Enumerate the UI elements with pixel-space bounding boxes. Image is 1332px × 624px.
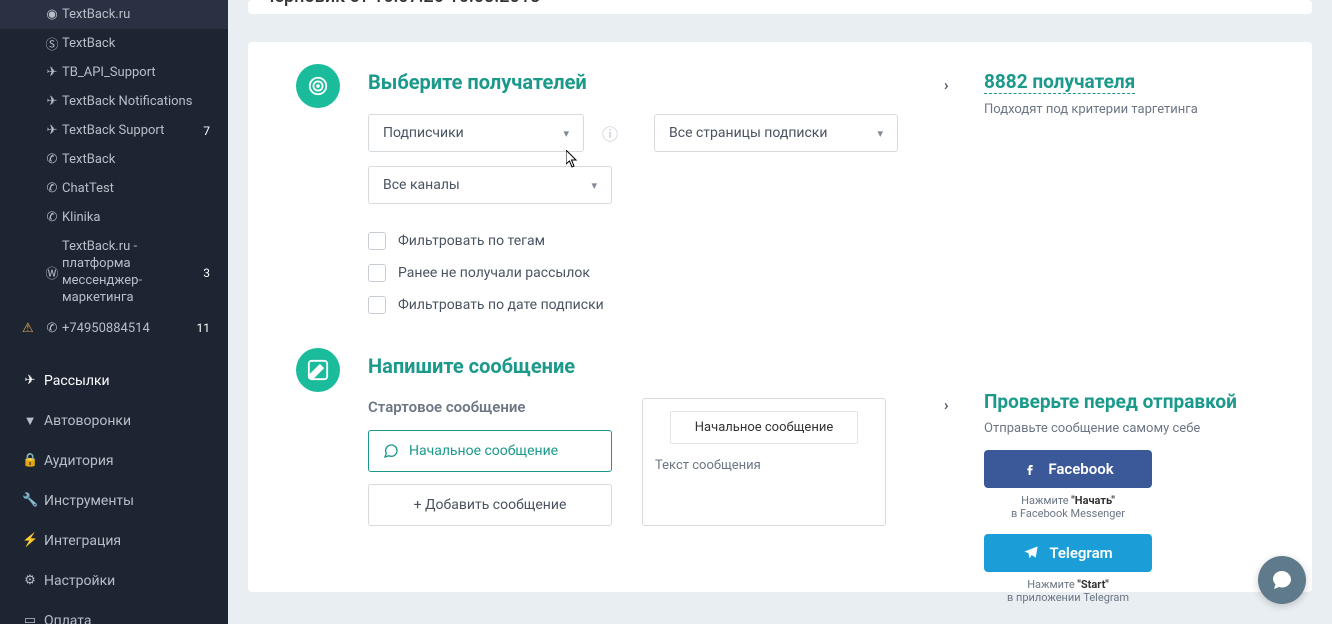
filter-new-row[interactable]: Ранее не получали рассылок [368,264,1264,282]
nav-label: Оплата [44,613,92,624]
chat-fab[interactable] [1258,556,1306,604]
recipients-count-block: › 8882 получателя Подходят под критерии … [984,70,1264,117]
recipients-count[interactable]: 8882 получателя [984,70,1135,94]
telegram-hint: Нажмите "Start"в приложении Telegram [984,578,1152,604]
campaign-card: Выберите получателей Подписчики ▾ ⓘ Все … [248,42,1312,592]
sidebar-channel-2[interactable]: ✈TB_API_Support [0,58,228,87]
channel-label: TextBack Support [62,123,164,138]
nav-label: Интеграция [44,533,121,549]
nav-Рассылки[interactable]: ✈ Рассылки [0,361,228,401]
channel-label: TextBack [62,36,115,51]
sidebar-channel-9[interactable]: ⚠ ✆+74950884514 11 [0,314,228,343]
chat-icon [383,443,399,459]
facebook-hint: Нажмите "Начать"в Facebook Messenger [984,494,1152,520]
chevron-down-icon: ▾ [591,179,597,192]
message-title: Напишите сообщение [368,354,1264,378]
nav-Автоворонки[interactable]: ▼ Автоворонки [0,401,228,441]
nav-label: Инструменты [44,493,134,509]
add-message-button[interactable]: + Добавить сообщение [368,484,612,526]
sidebar-channel-3[interactable]: ✈TextBack Notifications [0,87,228,116]
sidebar-channel-7[interactable]: ✆Klinika [0,203,228,232]
recipients-count-sub: Подходят под критерии таргетинга [984,102,1264,117]
card-icon: ▭ [22,613,38,624]
nav-Аудитория[interactable]: 🔒 Аудитория [0,441,228,481]
channel-label: TextBack.ru [62,7,130,22]
chevron-right-icon[interactable]: › [944,76,949,94]
filter-date-row[interactable]: Фильтровать по дате подписки [368,296,1264,314]
send-icon: ✈ [22,373,38,388]
message-preview: Начальное сообщение Текст сообщения [642,398,886,526]
checkbox[interactable] [368,296,386,314]
nav-Инструменты[interactable]: 🔧 Инструменты [0,481,228,521]
main-content: Черновик от 16:07:26 16.08.2018 Выберите… [228,0,1332,624]
channel-label: TextBack Notifications [62,94,192,109]
whatsapp-icon: ✆ [44,321,60,336]
nav-label: Настройки [44,573,115,589]
facebook-icon [1022,461,1038,477]
vk-icon: Ⓦ [44,263,60,282]
wrench-icon: 🔧 [22,493,38,508]
lock-icon: 🔒 [22,453,38,468]
nav-Настройки[interactable]: ⚙ Настройки [0,561,228,601]
channel-label: TextBack.ru - платформа мессенджер-марке… [62,239,203,307]
sidebar-channel-0[interactable]: ◉TextBack.ru [0,0,228,29]
info-icon[interactable]: ⓘ [602,121,618,145]
channel-label: TB_API_Support [62,65,156,80]
pages-select[interactable]: Все страницы подписки ▾ [654,114,898,152]
sidebar-channel-4[interactable]: ✈TextBack Support 7 [0,116,228,145]
filter-tags-row[interactable]: Фильтровать по тегам [368,232,1264,250]
verify-sub: Отправьте сообщение самому себе [984,421,1264,436]
nav-Оплата[interactable]: ▭ Оплата [0,601,228,624]
chevron-down-icon: ▾ [877,127,883,140]
nav-Интеграция[interactable]: ⚡ Интеграция [0,521,228,561]
viber-icon: ✆ [44,181,60,196]
channel-label: Klinika [62,210,100,225]
sidebar-channel-5[interactable]: ✆TextBack [0,145,228,174]
plug-icon: ⚡ [22,533,38,548]
target-icon [296,64,340,108]
initial-message-button[interactable]: Начальное сообщение [368,430,612,472]
channel-label: TextBack [62,152,115,167]
draft-header: Черновик от 16:07:26 16.08.2018 [248,0,1312,14]
start-message-label: Стартовое сообщение [368,398,612,416]
badge: 11 [197,321,211,335]
nav-label: Рассылки [44,373,110,389]
sidebar-channel-6[interactable]: ✆ChatTest [0,174,228,203]
badge: 3 [203,266,210,280]
badge: 7 [203,124,210,138]
subscribers-select[interactable]: Подписчики ▾ [368,114,584,152]
verify-title: Проверьте перед отправкой [984,390,1264,413]
skype-icon: Ⓢ [44,34,60,53]
telegram-test-button[interactable]: Telegram [984,534,1152,572]
preview-text: Текст сообщения [655,458,761,473]
warning-icon: ⚠ [22,321,34,336]
chat-bubble-icon [1270,568,1294,592]
sidebar-channel-8[interactable]: ⓌTextBack.ru - платформа мессенджер-марк… [0,232,228,314]
chevron-down-icon: ▾ [563,127,569,140]
viber-icon: ✆ [44,210,60,225]
sidebar-channel-1[interactable]: ⓈTextBack [0,29,228,58]
telegram-icon: ✈ [44,123,60,138]
channel-label: ChatTest [62,181,114,196]
facebook-icon: ◉ [44,7,60,22]
sidebar: ◉TextBack.ruⓈTextBack✈TB_API_Support✈Tex… [0,0,228,624]
telegram-icon: ✈ [44,94,60,109]
verify-block: › Проверьте перед отправкой Отправьте со… [984,390,1264,618]
preview-tab[interactable]: Начальное сообщение [670,411,858,444]
draft-title: Черновик от 16:07:26 16.08.2018 [262,0,540,7]
gear-icon: ⚙ [22,573,38,588]
channels-select[interactable]: Все каналы ▾ [368,166,612,204]
viber-icon: ✆ [44,152,60,167]
telegram-icon [1023,545,1039,561]
channel-label: +74950884514 [62,321,150,336]
checkbox[interactable] [368,264,386,282]
nav-label: Аудитория [44,453,114,469]
checkbox[interactable] [368,232,386,250]
edit-icon [296,348,340,392]
nav-label: Автоворонки [44,413,131,429]
chevron-right-icon[interactable]: › [944,396,949,414]
facebook-test-button[interactable]: Facebook [984,450,1152,488]
telegram-icon: ✈ [44,65,60,80]
filter-icon: ▼ [22,413,38,429]
